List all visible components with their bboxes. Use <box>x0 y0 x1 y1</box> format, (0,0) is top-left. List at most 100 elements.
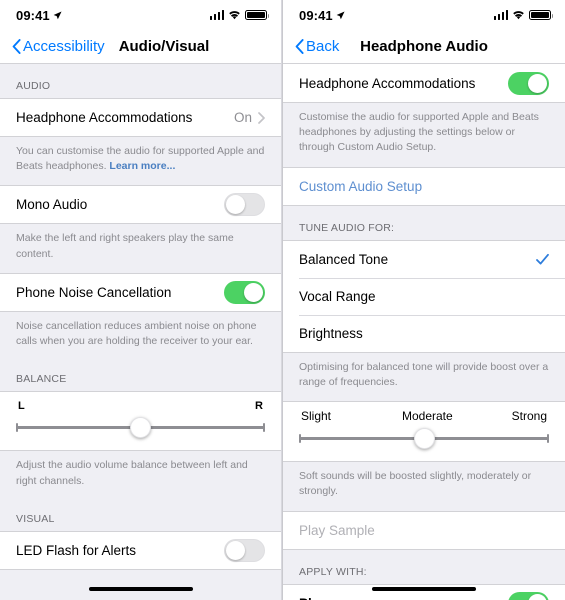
group-custom-audio-setup: Custom Audio Setup <box>283 166 565 206</box>
back-button[interactable]: Back <box>295 38 339 55</box>
strength-label-slight: Slight <box>301 409 332 424</box>
balance-label-right: R <box>255 400 263 413</box>
row-led-flash-for-alerts[interactable]: LED Flash for Alerts <box>0 531 281 569</box>
footnote-noise-cancellation: Noise cancellation reduces ambient noise… <box>16 319 257 348</box>
toggle-phone-noise-cancellation[interactable] <box>224 280 265 304</box>
back-button-label: Back <box>306 38 340 55</box>
right-phone-screen: 09:41 Back Headphone Audio Headphone Acc… <box>283 0 565 600</box>
back-button-label: Accessibility <box>23 38 105 55</box>
toggle-knob <box>528 73 547 93</box>
row-label: Mono Audio <box>16 197 88 213</box>
row-balanced-tone[interactable]: Balanced Tone <box>283 240 565 278</box>
footnote-tune-audio: Optimising for balanced tone will provid… <box>299 360 549 388</box>
footnote-mono-audio: Make the left and right speakers play th… <box>16 232 234 260</box>
strength-slider-labels: Slight Moderate Strong <box>299 409 549 427</box>
group-play-sample: Play Sample <box>283 510 565 550</box>
group-phone-noise-cancellation: Phone Noise Cancellation <box>0 272 281 312</box>
footnote-headphone: You can customise the audio for supporte… <box>0 137 281 185</box>
row-mono-audio[interactable]: Mono Audio <box>0 186 281 224</box>
row-custom-audio-setup[interactable]: Custom Audio Setup <box>283 167 565 205</box>
balance-slider-labels: L R <box>16 400 265 416</box>
status-bar: 09:41 <box>283 0 565 30</box>
balance-slider-row: L R <box>0 392 281 451</box>
status-bar-time-group: 09:41 <box>299 8 345 23</box>
row-label: LED Flash for Alerts <box>16 542 137 558</box>
dual-phone-screenshot: 09:41 Accessibility Audio/Visual AUDIO H… <box>0 0 565 600</box>
row-brightness[interactable]: Brightness <box>283 314 565 352</box>
section-header-balance: BALANCE <box>16 373 67 386</box>
row-label: Phone Noise Cancellation <box>16 284 172 300</box>
section-header-audio: AUDIO <box>16 80 51 92</box>
settings-scroll-area[interactable]: Headphone Accommodations Customise the a… <box>283 64 565 600</box>
status-bar-icons <box>493 10 553 20</box>
row-phone-noise-cancellation[interactable]: Phone Noise Cancellation <box>0 273 281 311</box>
play-sample-link[interactable]: Play Sample <box>299 523 375 538</box>
chevron-right-icon <box>258 111 265 124</box>
group-strength-slider: Slight Moderate Strong <box>283 401 565 463</box>
row-label: Balanced Tone <box>299 251 389 267</box>
row-vocal-range[interactable]: Vocal Range <box>283 277 565 315</box>
footnote-strength: Soft sounds will be boosted slightly, mo… <box>299 470 532 498</box>
row-headphone-accommodations[interactable]: Headphone Accommodations On <box>0 99 281 136</box>
toggle-led-flash[interactable] <box>224 538 265 562</box>
footnote-intro: Customise the audio for supported Apple … <box>299 111 539 154</box>
group-headphone-accommodations: Headphone Accommodations <box>283 64 565 103</box>
location-arrow-icon <box>336 11 345 19</box>
row-label: Headphone Accommodations <box>16 110 193 125</box>
toggle-knob <box>244 282 263 302</box>
status-bar-time: 09:41 <box>299 7 333 23</box>
navigation-bar: Accessibility Audio/Visual <box>0 30 281 64</box>
chevron-left-icon <box>12 39 21 54</box>
row-play-sample[interactable]: Play Sample <box>283 511 565 549</box>
group-balance: L R <box>0 391 281 452</box>
balance-slider[interactable] <box>16 416 265 438</box>
back-button-accessibility[interactable]: Accessibility <box>12 38 105 55</box>
home-indicator[interactable] <box>372 587 476 591</box>
strength-slider[interactable] <box>299 427 549 449</box>
chevron-left-icon <box>295 39 304 54</box>
strength-slider-row: Slight Moderate Strong <box>283 402 565 462</box>
toggle-knob <box>226 195 245 215</box>
cellular-signal-icon <box>493 10 508 20</box>
section-header-tune-audio-for: TUNE AUDIO FOR: <box>299 221 395 234</box>
learn-more-link[interactable]: Learn more... <box>109 160 175 172</box>
status-bar-time-group: 09:41 <box>16 8 62 23</box>
status-bar-icons <box>209 10 269 20</box>
balance-label-left: L <box>18 400 25 413</box>
section-header-apply-with: APPLY WITH: <box>299 565 367 578</box>
toggle-knob <box>528 593 547 600</box>
row-label: Phone <box>299 596 508 600</box>
group-mono-audio: Mono Audio <box>0 185 281 225</box>
slider-tick-left <box>299 433 301 443</box>
status-bar: 09:41 <box>0 0 281 30</box>
strength-label-strong: Strong <box>511 409 547 424</box>
section-header-visual: VISUAL <box>16 512 55 525</box>
left-phone-screen: 09:41 Accessibility Audio/Visual AUDIO H… <box>0 0 282 600</box>
group-headphone-accommodations: Headphone Accommodations On <box>0 98 281 137</box>
row-value-on: On <box>233 110 252 125</box>
slider-tick-right <box>263 422 265 432</box>
slider-knob[interactable] <box>130 416 151 438</box>
toggle-knob <box>226 540 245 560</box>
custom-audio-setup-link[interactable]: Custom Audio Setup <box>299 179 422 194</box>
row-headphone-accommodations[interactable]: Headphone Accommodations <box>283 64 565 102</box>
slider-knob[interactable] <box>413 427 435 449</box>
status-bar-time: 09:41 <box>16 7 50 23</box>
wifi-icon <box>513 11 524 20</box>
battery-full-icon <box>245 10 269 20</box>
battery-full-icon <box>529 10 553 20</box>
strength-label-moderate: Moderate <box>401 409 453 424</box>
group-tune-options: Balanced Tone Vocal Range Brightness <box>283 239 565 353</box>
settings-scroll-area[interactable]: AUDIO Headphone Accommodations On You ca… <box>0 64 281 600</box>
toggle-mono-audio[interactable] <box>224 193 265 217</box>
page-title: Audio/Visual <box>118 38 210 55</box>
home-indicator[interactable] <box>88 587 193 591</box>
navigation-bar: Back Headphone Audio <box>283 30 565 64</box>
checkmark-icon <box>536 253 549 265</box>
row-label: Headphone Accommodations <box>299 75 476 91</box>
group-apply-with: Phone Media <box>283 583 565 600</box>
cellular-signal-icon <box>209 10 224 20</box>
group-led-flash: LED Flash for Alerts <box>0 530 281 570</box>
toggle-phone[interactable] <box>508 591 549 600</box>
toggle-headphone-accommodations[interactable] <box>508 71 549 95</box>
